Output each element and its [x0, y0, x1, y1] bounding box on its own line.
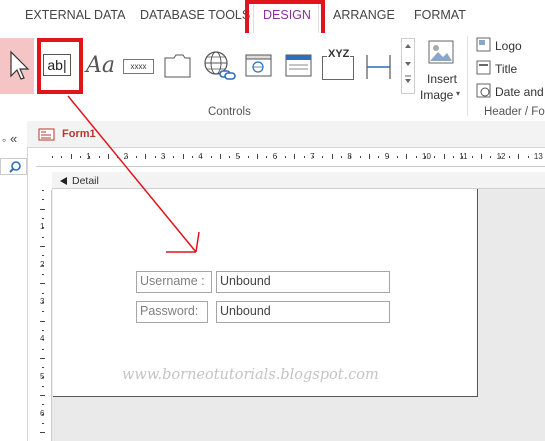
annotation-arrow [67, 95, 200, 253]
